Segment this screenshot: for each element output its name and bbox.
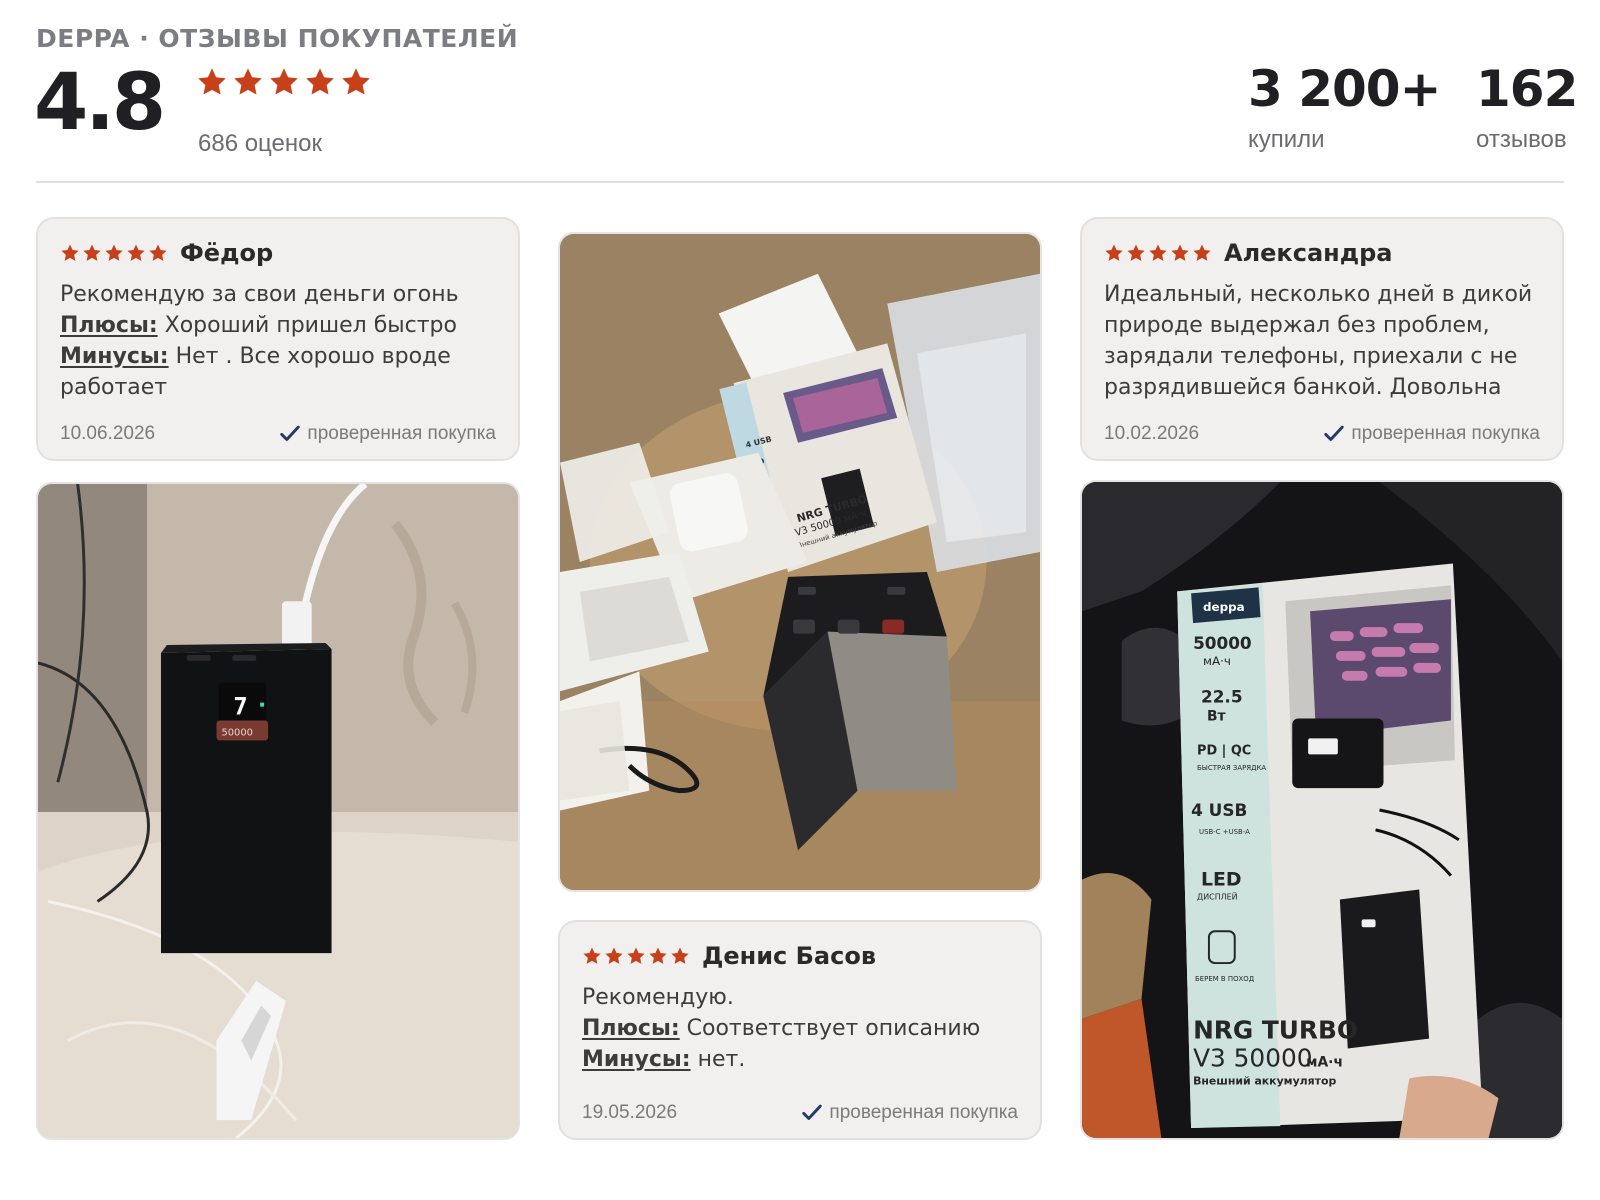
review-text: Рекомендую. Плюсы: Соответствует описани… <box>582 982 1018 1075</box>
star-icon <box>1126 243 1146 263</box>
unboxing-photo-image: NRG TURBO V3 50000 мА·ч Внешний аккумуля… <box>560 234 1040 890</box>
spec-led: LED <box>1201 869 1242 891</box>
verified-badge: проверенная покупка <box>279 423 496 445</box>
stat-value: 162 <box>1476 60 1578 118</box>
review-stars <box>1104 243 1212 263</box>
verified-label: проверенная покупка <box>307 423 496 444</box>
star-icon <box>582 946 602 966</box>
review-date: 19.05.2026 <box>582 1102 678 1123</box>
stat-label: отзывов <box>1476 126 1567 153</box>
verified-label: проверенная покупка <box>1351 423 1540 444</box>
spec-pd-qc: PD | QC <box>1197 743 1251 758</box>
verified-label: проверенная покупка <box>829 1102 1018 1123</box>
pros-label: Плюсы: <box>60 313 158 338</box>
box-brand: deppa <box>1203 600 1245 614</box>
spec-usb-types: USB-C +USB-A <box>1199 828 1250 836</box>
spec-capacity: 50000 <box>1193 633 1252 653</box>
spec-capacity-unit: мА·ч <box>1203 654 1231 668</box>
review-text: Идеальный, несколько дней в дикой природ… <box>1104 282 1533 400</box>
display-digit: 7 <box>233 693 247 721</box>
spec-power: 22.5 <box>1201 687 1243 707</box>
review-card-aleksandra[interactable]: Александра Идеальный, несколько дней в д… <box>1080 217 1564 461</box>
cons-label: Минусы: <box>582 1047 691 1072</box>
header-divider <box>36 181 1564 183</box>
spec-usb: 4 USB <box>1191 800 1247 820</box>
star-icon <box>304 66 336 98</box>
stat-label: купили <box>1248 126 1325 153</box>
review-date: 10.02.2026 <box>1104 423 1200 444</box>
star-icon <box>604 946 624 966</box>
star-icon <box>670 946 690 966</box>
ratings-count: 686 оценок <box>198 130 322 157</box>
star-icon <box>1170 243 1190 263</box>
box-model: V3 50000 <box>1193 1043 1312 1072</box>
review-author: Денис Басов <box>702 942 877 970</box>
page-title: DEPPA · ОТЗЫВЫ ПОКУПАТЕЛЕЙ <box>36 24 519 53</box>
carpet <box>1082 872 1152 1019</box>
checkmark-icon <box>1323 423 1345 445</box>
checkmark-icon <box>279 423 301 445</box>
review-text: Рекомендую за свои деньги огонь Плюсы: Х… <box>60 279 496 403</box>
pros-label: Плюсы: <box>582 1016 680 1041</box>
cons-label: Минусы: <box>60 344 169 369</box>
review-date: 10.06.2026 <box>60 423 156 444</box>
cons-text: нет. <box>690 1047 746 1072</box>
star-icon <box>340 66 372 98</box>
average-rating: 4.8 <box>34 58 166 148</box>
rating-stars <box>196 66 372 98</box>
spec-fast-charge: БЫСТРАЯ ЗАРЯДКА <box>1197 764 1266 772</box>
star-icon <box>268 66 300 98</box>
stat-bought: 3 200+ купили <box>1248 60 1441 154</box>
review-card-fedor[interactable]: Фёдор Рекомендую за свои деньги огонь Пл… <box>36 217 520 461</box>
spec-hike: БЕРЕМ В ПОХОД <box>1195 975 1255 983</box>
pros-text: Соответствует описанию <box>679 1016 981 1041</box>
stat-reviews: 162 отзывов <box>1476 60 1578 154</box>
checkmark-icon <box>801 1102 823 1124</box>
star-icon <box>148 243 168 263</box>
spec-power-unit: Вт <box>1207 709 1226 725</box>
star-icon <box>104 243 124 263</box>
review-author: Александра <box>1224 239 1393 267</box>
box-photo-image: deppa 50000 мА·ч 22.5 Вт PD | QC БЫСТРАЯ… <box>1082 482 1562 1138</box>
review-card-denis[interactable]: Денис Басов Рекомендую. Плюсы: Соответст… <box>558 920 1042 1140</box>
charging-photo-image: 7 50000 <box>38 484 518 1138</box>
star-icon <box>1192 243 1212 263</box>
pros-text: Хороший пришел быстро <box>157 313 457 338</box>
verified-badge: проверенная покупка <box>801 1102 1018 1124</box>
star-icon <box>196 66 228 98</box>
star-icon <box>232 66 264 98</box>
review-author: Фёдор <box>180 239 274 267</box>
star-icon <box>82 243 102 263</box>
spec-display: ДИСПЛЕЙ <box>1197 890 1238 901</box>
star-icon <box>60 243 80 263</box>
review-photo-unboxing[interactable]: NRG TURBO V3 50000 мА·ч Внешний аккумуля… <box>558 232 1042 892</box>
box-subtitle: Внешний аккумулятор <box>1193 1074 1336 1087</box>
star-icon <box>648 946 668 966</box>
display-label: 50000 <box>221 727 252 738</box>
star-icon <box>1148 243 1168 263</box>
stat-value: 3 200+ <box>1248 60 1441 118</box>
review-stars <box>582 946 690 966</box>
star-icon <box>626 946 646 966</box>
review-stars <box>60 243 168 263</box>
star-icon <box>126 243 146 263</box>
review-photo-charging[interactable]: 7 50000 <box>36 482 520 1140</box>
charger-adapter <box>669 473 748 552</box>
review-photo-box[interactable]: deppa 50000 мА·ч 22.5 Вт PD | QC БЫСТРАЯ… <box>1080 480 1564 1140</box>
star-icon <box>1104 243 1124 263</box>
review-summary: Рекомендую. <box>582 985 734 1010</box>
review-summary: Рекомендую за свои деньги огонь <box>60 282 459 307</box>
verified-badge: проверенная покупка <box>1323 423 1540 445</box>
box-title: NRG TURBO <box>1193 1016 1358 1045</box>
power-bank: 7 50000 <box>160 643 332 954</box>
box-unit: мА·ч <box>1306 1054 1343 1070</box>
